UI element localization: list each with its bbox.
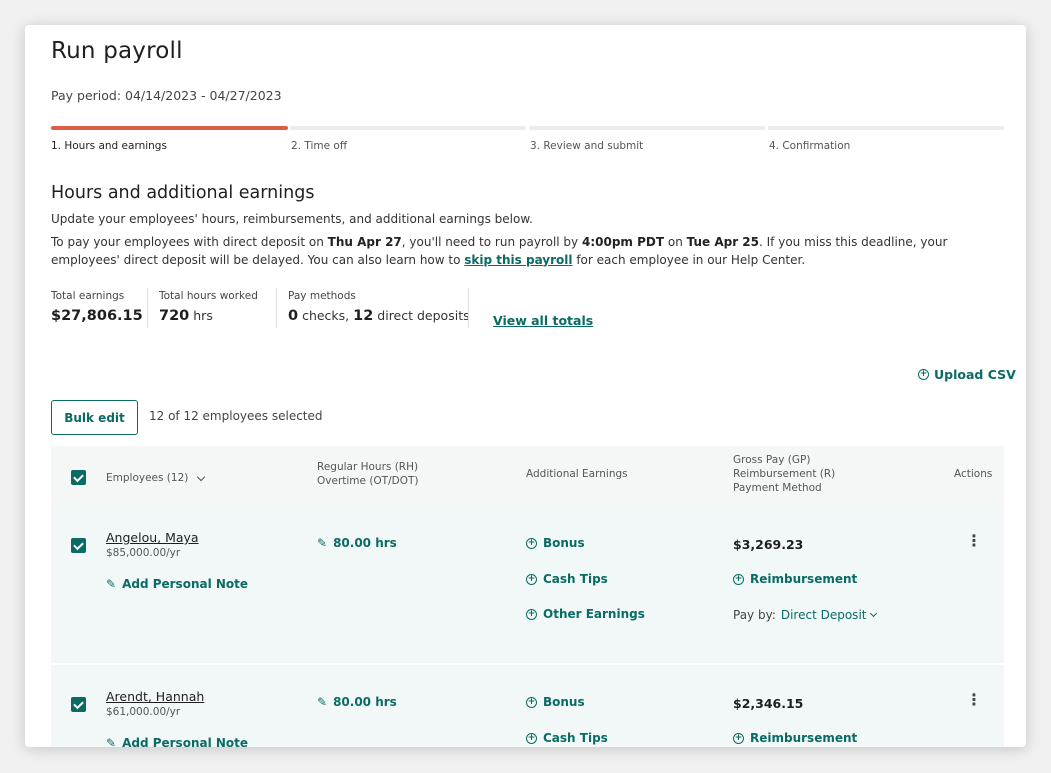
- add-cash-tips-button[interactable]: + Cash Tips: [526, 572, 608, 586]
- totals-divider: [147, 288, 148, 328]
- employees-column-header[interactable]: Employees (12): [106, 471, 206, 485]
- step-3-progress: [529, 126, 765, 130]
- section-subtitle: Update your employees' hours, reimbursem…: [51, 212, 533, 226]
- chevron-down-icon: [197, 472, 206, 481]
- gross-pay-value: $2,346.15: [733, 696, 804, 711]
- gross-pay-column-header: Gross Pay (GP) Reimbursement (R) Payment…: [733, 454, 836, 494]
- payroll-card: Run payroll Pay period: 04/14/2023 - 04/…: [25, 25, 1026, 747]
- plus-circle-icon: +: [733, 732, 744, 744]
- pencil-icon: ✎: [317, 695, 328, 709]
- employee-name-link[interactable]: Angelou, Maya: [106, 530, 199, 545]
- plus-circle-icon: +: [526, 608, 537, 620]
- plus-circle-icon: +: [526, 537, 537, 549]
- total-hours-value: 720 hrs: [159, 308, 213, 324]
- gross-pay-value: $3,269.23: [733, 537, 804, 552]
- step-2-progress: [290, 126, 526, 130]
- more-actions-icon[interactable]: ⋮: [966, 690, 982, 709]
- deadline-time: 4:00pm PDT: [581, 235, 665, 249]
- row-checkbox[interactable]: [71, 697, 86, 712]
- pencil-icon: ✎: [106, 577, 117, 591]
- direct-deposit-date: Thu Apr 27: [327, 235, 402, 249]
- step-1-progress: [51, 126, 288, 130]
- totals-divider: [468, 288, 469, 328]
- deadline-notice: To pay your employees with direct deposi…: [51, 235, 948, 267]
- add-other-earnings-button[interactable]: + Other Earnings: [526, 607, 645, 621]
- plus-circle-icon: +: [918, 369, 929, 380]
- employee-salary: $61,000.00/yr: [106, 706, 181, 718]
- payment-method-dropdown[interactable]: Direct Deposit: [781, 608, 867, 622]
- chevron-down-icon: [870, 609, 878, 618]
- step-hours-and-earnings[interactable]: 1. Hours and earnings: [51, 140, 167, 152]
- bulk-edit-button[interactable]: Bulk edit: [51, 400, 138, 435]
- view-all-totals-link[interactable]: View all totals: [493, 313, 593, 328]
- employee-salary: $85,000.00/yr: [106, 547, 181, 559]
- step-4-progress: [768, 126, 1004, 130]
- payment-method: Pay by: Direct Deposit: [733, 608, 878, 622]
- plus-circle-icon: +: [733, 573, 744, 585]
- hours-column-header: Regular Hours (RH) Overtime (OT/DOT): [317, 461, 419, 487]
- more-actions-icon[interactable]: ⋮: [966, 531, 982, 550]
- selection-count: 12 of 12 employees selected: [149, 409, 323, 423]
- totals-divider: [276, 288, 277, 328]
- section-title: Hours and additional earnings: [51, 183, 315, 203]
- pay-methods-label: Pay methods: [288, 290, 356, 302]
- pencil-icon: ✎: [317, 536, 328, 550]
- total-hours-label: Total hours worked: [159, 290, 258, 302]
- step-confirmation[interactable]: 4. Confirmation: [769, 140, 850, 152]
- plus-circle-icon: +: [526, 696, 537, 708]
- row-checkbox[interactable]: [71, 538, 86, 553]
- page-title: Run payroll: [51, 38, 183, 64]
- total-earnings-value: $27,806.15: [51, 308, 143, 324]
- skip-payroll-link[interactable]: skip this payroll: [464, 253, 572, 267]
- step-review-and-submit[interactable]: 3. Review and submit: [530, 140, 643, 152]
- regular-hours-edit[interactable]: ✎ 80.00 hrs: [317, 536, 397, 550]
- pay-methods-value: 0 checks, 12 direct deposits: [288, 308, 470, 324]
- add-cash-tips-button[interactable]: + Cash Tips: [526, 731, 608, 745]
- additional-earnings-column-header: Additional Earnings: [526, 468, 628, 480]
- total-earnings-label: Total earnings: [51, 290, 125, 302]
- plus-circle-icon: +: [526, 732, 537, 744]
- add-personal-note-button[interactable]: ✎ Add Personal Note: [106, 736, 248, 747]
- add-bonus-button[interactable]: + Bonus: [526, 536, 585, 550]
- add-reimbursement-button[interactable]: + Reimbursement: [733, 731, 857, 745]
- employee-name-link[interactable]: Arendt, Hannah: [106, 689, 204, 704]
- select-all-checkbox[interactable]: [71, 470, 86, 485]
- add-reimbursement-button[interactable]: + Reimbursement: [733, 572, 857, 586]
- upload-csv-button[interactable]: + Upload CSV: [918, 367, 1016, 382]
- step-time-off[interactable]: 2. Time off: [291, 140, 347, 152]
- plus-circle-icon: +: [526, 573, 537, 585]
- add-bonus-button[interactable]: + Bonus: [526, 695, 585, 709]
- deadline-date: Tue Apr 25: [686, 235, 760, 249]
- regular-hours-edit[interactable]: ✎ 80.00 hrs: [317, 695, 397, 709]
- pencil-icon: ✎: [106, 736, 117, 747]
- actions-column-header: Actions: [954, 468, 993, 480]
- add-personal-note-button[interactable]: ✎ Add Personal Note: [106, 577, 248, 591]
- pay-period: Pay period: 04/14/2023 - 04/27/2023: [51, 88, 282, 103]
